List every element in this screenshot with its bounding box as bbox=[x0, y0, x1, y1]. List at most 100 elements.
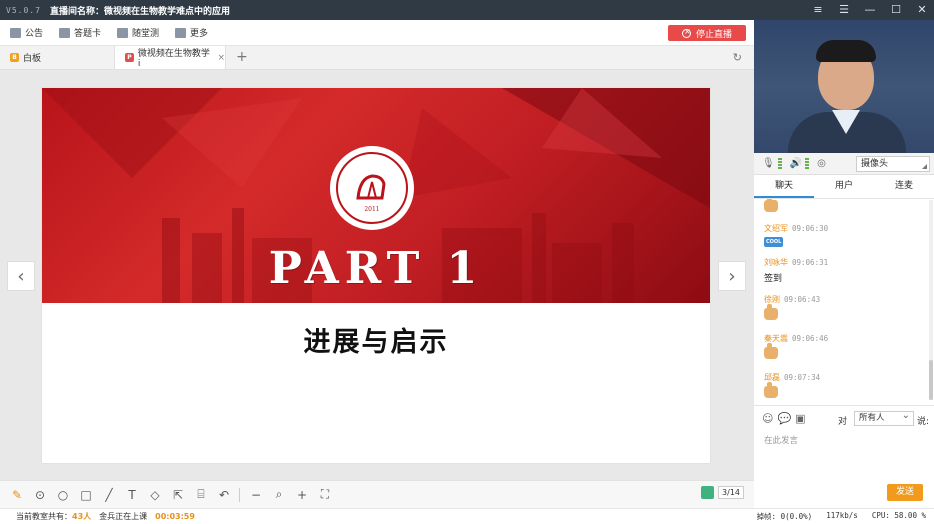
chat-time: 09:07:34 bbox=[784, 373, 821, 382]
recipient-select[interactable]: 所有人 bbox=[854, 409, 914, 426]
toolbar-item-answer-card[interactable]: 答题卡 bbox=[59, 26, 101, 39]
slide-banner: 2011 PART 1 bbox=[42, 88, 710, 303]
ppt-badge-icon: P bbox=[125, 53, 134, 62]
slide: 2011 PART 1 进展与启示 bbox=[42, 88, 710, 463]
media-controls: 🎙 🔊 ◎ 摄像头 bbox=[754, 153, 934, 175]
tab-whiteboard[interactable]: B 白板 bbox=[10, 46, 41, 69]
chat-scrollbar[interactable] bbox=[929, 200, 933, 400]
clear-icon[interactable]: ⌸ bbox=[190, 484, 212, 506]
tab-chat[interactable]: 聊天 bbox=[754, 175, 814, 198]
teaching-status: 金兵正在上课 bbox=[99, 512, 148, 521]
part-title: PART 1 bbox=[268, 243, 484, 294]
bitrate: 117kb/s bbox=[826, 511, 858, 520]
frame-loss: 掉帧: 0(0.0%) bbox=[756, 512, 813, 521]
toolbar-item-more[interactable]: 更多 bbox=[175, 26, 208, 39]
title-bar: V5.0.7 直播间名称：微视频在生物教学难点中的应用 ≡ ☰ — ☐ ✕ bbox=[0, 0, 934, 20]
comment-icon[interactable]: 💬 bbox=[777, 412, 791, 425]
export-icon[interactable]: ⇱ bbox=[167, 484, 189, 506]
chat-input-area: ☺ 💬 ▣ 对 所有人 说: 在此发言 发送 bbox=[754, 405, 934, 508]
stop-icon bbox=[681, 27, 691, 38]
rectangle-icon[interactable]: □ bbox=[75, 484, 97, 506]
quiz-icon bbox=[117, 27, 129, 38]
search-icon[interactable]: ⌕ bbox=[268, 484, 290, 506]
say-label: 说: bbox=[917, 417, 930, 427]
chat-messages: 文绍军 09:06:30 COOL 刘咏华 09:06:31 签到 徐刚 09:06:… bbox=[754, 199, 934, 405]
tab-users[interactable]: 用户 bbox=[814, 175, 874, 198]
chat-message: 徐刚 09:06:43 bbox=[764, 294, 934, 323]
list-icon[interactable]: ☰ bbox=[838, 0, 850, 20]
toolbar-item-label: 随堂测 bbox=[132, 29, 160, 39]
zoom-in-icon[interactable]: + bbox=[291, 484, 313, 506]
stop-live-button[interactable]: 停止直播 bbox=[668, 25, 746, 41]
zoom-out-icon[interactable]: − bbox=[245, 484, 267, 506]
undo-icon[interactable]: ↶ bbox=[213, 484, 235, 506]
megaphone-icon bbox=[10, 27, 21, 38]
close-icon[interactable]: ✕ bbox=[916, 0, 928, 20]
class-count: 43人 bbox=[72, 512, 92, 521]
tab-document[interactable]: P 微视频在生物教学i × bbox=[114, 46, 226, 69]
page-indicator: 3/14 bbox=[701, 486, 744, 499]
thumbs-up-icon bbox=[764, 343, 778, 359]
thumbs-up-icon bbox=[764, 199, 778, 212]
chat-tabs: 聊天 用户 连麦 bbox=[754, 175, 934, 199]
circle-icon[interactable]: ○ bbox=[52, 484, 74, 506]
toolbar-item-quiz[interactable]: 随堂测 bbox=[117, 26, 159, 39]
slide-subtitle: 进展与启示 bbox=[303, 327, 449, 358]
main-toolbar: 公告 答题卡 随堂测 更多 停止直播 bbox=[0, 20, 754, 46]
chat-input-tools: ☺ 💬 ▣ bbox=[762, 412, 806, 425]
scrollbar-thumb[interactable] bbox=[929, 360, 933, 400]
minimize-icon[interactable]: — bbox=[864, 0, 876, 20]
tab-bar: B 白板 P 微视频在生物教学i × + ↻ bbox=[0, 46, 754, 70]
pen-icon[interactable]: ✎ bbox=[6, 484, 28, 506]
presentation-stage: 2011 PART 1 进展与启示 ‹ › bbox=[0, 70, 754, 480]
whiteboard-badge-icon: B bbox=[10, 53, 19, 62]
tab-mic-link[interactable]: 连麦 bbox=[874, 175, 934, 198]
image-icon[interactable] bbox=[701, 486, 715, 499]
toolbar-item-announcement[interactable]: 公告 bbox=[10, 26, 43, 39]
tab-close-icon[interactable]: × bbox=[217, 53, 225, 63]
toolbar-divider bbox=[239, 487, 240, 502]
class-duration: 00:03:59 bbox=[155, 512, 195, 521]
class-count-label: 当前教室共有： bbox=[16, 512, 72, 521]
stop-live-label: 停止直播 bbox=[695, 29, 732, 40]
camera-icon[interactable]: ◎ bbox=[817, 158, 826, 169]
microphone-icon[interactable]: 🎙 bbox=[762, 158, 775, 169]
image-upload-icon[interactable]: ▣ bbox=[795, 412, 805, 425]
window-title: 直播间名称：微视频在生物教学难点中的应用 bbox=[50, 6, 231, 17]
mic-level-meter bbox=[777, 157, 782, 170]
speaker-icon[interactable]: 🔊 bbox=[790, 158, 802, 169]
line-icon[interactable]: ╱ bbox=[98, 484, 120, 506]
chat-sender: 刘咏华 bbox=[764, 258, 788, 267]
text-icon[interactable]: T bbox=[121, 484, 143, 506]
chat-message: 文绍军 09:06:30 COOL bbox=[764, 223, 934, 247]
fullscreen-icon[interactable]: ⛶ bbox=[314, 484, 336, 506]
camera-select[interactable]: 摄像头 bbox=[856, 156, 930, 172]
chat-sender: 邱磊 bbox=[764, 373, 780, 382]
version-label: V5.0.7 bbox=[6, 5, 41, 15]
teacher-video bbox=[754, 20, 934, 153]
add-tab-icon[interactable]: + bbox=[236, 49, 248, 65]
target-icon[interactable]: ⊙ bbox=[29, 484, 51, 506]
cpu-usage: CPU: 58.00 % bbox=[871, 511, 926, 520]
page-number[interactable]: 3/14 bbox=[718, 486, 744, 499]
status-bar: 当前教室共有： 43人 金兵正在上课 00:03:59 掉帧: 0(0.0%) … bbox=[0, 508, 934, 524]
school-logo: 2011 bbox=[330, 146, 414, 230]
tab-label: 微视频在生物教学i bbox=[137, 49, 210, 69]
thumbs-up-icon bbox=[764, 304, 778, 320]
send-button[interactable]: 发送 bbox=[887, 484, 923, 501]
chat-input[interactable]: 在此发言 bbox=[764, 434, 798, 446]
chat-sender: 文绍军 bbox=[764, 224, 788, 233]
menu-icon[interactable]: ≡ bbox=[812, 0, 824, 20]
maximize-icon[interactable]: ☐ bbox=[890, 0, 902, 20]
previous-slide-button[interactable]: ‹ bbox=[7, 261, 35, 291]
next-slide-button[interactable]: › bbox=[718, 261, 746, 291]
chat-time: 09:06:46 bbox=[792, 334, 829, 343]
chat-message: 邱磊 09:07:34 bbox=[764, 372, 934, 401]
chat-sender: 秦天嵩 bbox=[764, 334, 788, 343]
emoji-icon[interactable]: ☺ bbox=[762, 412, 773, 425]
eraser-icon[interactable]: ◇ bbox=[144, 484, 166, 506]
tab-label: 白板 bbox=[23, 54, 42, 64]
drawing-toolbar: ✎ ⊙ ○ □ ╱ T ◇ ⇱ ⌸ ↶ − ⌕ + ⛶ 3/14 bbox=[0, 480, 754, 508]
refresh-icon[interactable]: ↻ bbox=[733, 51, 742, 64]
speaker-level-meter bbox=[805, 157, 810, 170]
